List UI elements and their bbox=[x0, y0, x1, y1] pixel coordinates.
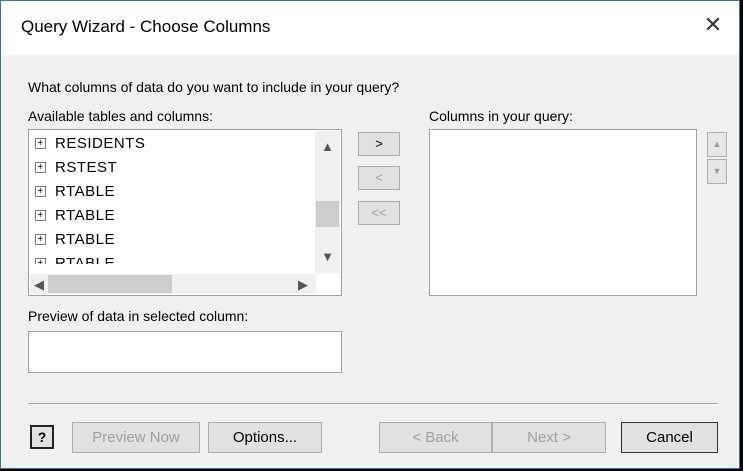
horizontal-scroll-thumb[interactable] bbox=[48, 275, 172, 293]
expand-icon[interactable]: + bbox=[35, 209, 46, 221]
preview-box bbox=[28, 331, 342, 373]
close-icon[interactable]: ✕ bbox=[701, 13, 725, 37]
table-name: RTABLE bbox=[55, 255, 115, 264]
back-button[interactable]: < Back bbox=[379, 422, 492, 453]
cancel-button[interactable]: Cancel bbox=[621, 422, 718, 453]
list-item[interactable]: + RTABLE bbox=[29, 204, 115, 228]
vertical-scrollbar[interactable]: ▲ ▼ bbox=[315, 131, 340, 273]
arrow-down-icon: ▼ bbox=[712, 166, 722, 176]
window-title: Query Wizard - Choose Columns bbox=[21, 17, 271, 36]
table-name: RTABLE bbox=[55, 207, 115, 224]
expand-icon[interactable]: + bbox=[35, 161, 46, 173]
available-label: Available tables and columns: bbox=[28, 108, 213, 124]
remove-all-columns-button[interactable]: << bbox=[358, 201, 400, 225]
prompt-text: What columns of data do you want to incl… bbox=[28, 79, 400, 95]
move-down-button[interactable]: ▼ bbox=[707, 159, 727, 184]
expand-icon[interactable]: + bbox=[35, 185, 46, 197]
list-item[interactable]: + RTABLE bbox=[29, 228, 115, 252]
preview-now-button[interactable]: Preview Now bbox=[72, 422, 200, 453]
query-wizard-dialog: Query Wizard - Choose Columns ✕ What col… bbox=[0, 0, 740, 469]
expand-icon[interactable]: + bbox=[35, 137, 46, 149]
scroll-up-icon[interactable]: ▲ bbox=[315, 139, 340, 154]
expand-icon[interactable]: + bbox=[35, 257, 46, 264]
options-button[interactable]: Options... bbox=[208, 422, 322, 453]
vertical-scroll-thumb[interactable] bbox=[316, 201, 339, 227]
list-item[interactable]: + RESIDENTS bbox=[29, 132, 145, 156]
help-icon: ? bbox=[37, 429, 47, 445]
next-button[interactable]: Next > bbox=[492, 422, 606, 453]
horizontal-scrollbar[interactable]: ◀ ▶ bbox=[30, 274, 316, 294]
list-item[interactable]: + RSTEST bbox=[29, 156, 117, 180]
remove-column-button[interactable]: < bbox=[358, 166, 400, 190]
list-item[interactable]: + RTABLE bbox=[29, 252, 115, 264]
query-columns-label: Columns in your query: bbox=[429, 108, 573, 124]
table-name: RESIDENTS bbox=[55, 135, 146, 152]
add-column-button[interactable]: > bbox=[358, 132, 400, 156]
list-item-clipped: + RTABLE bbox=[29, 252, 315, 264]
query-columns-list[interactable] bbox=[429, 129, 697, 296]
title-bar: Query Wizard - Choose Columns ✕ bbox=[1, 1, 739, 55]
move-up-button[interactable]: ▲ bbox=[707, 132, 727, 157]
footer-separator bbox=[28, 403, 718, 405]
scroll-left-icon[interactable]: ◀ bbox=[30, 277, 48, 293]
table-name: RTABLE bbox=[55, 183, 115, 200]
preview-label: Preview of data in selected column: bbox=[28, 308, 249, 324]
scroll-down-icon[interactable]: ▼ bbox=[315, 249, 340, 264]
scroll-right-icon[interactable]: ▶ bbox=[294, 277, 312, 293]
arrow-up-icon: ▲ bbox=[712, 139, 722, 149]
table-name: RSTEST bbox=[55, 159, 118, 176]
available-tables-list[interactable]: + RESIDENTS + RSTEST + RTABLE + RTABLE + RTAB… bbox=[28, 129, 342, 296]
expand-icon[interactable]: + bbox=[35, 233, 46, 245]
table-name: RTABLE bbox=[55, 231, 115, 248]
help-button[interactable]: ? bbox=[30, 425, 54, 449]
list-item[interactable]: + RTABLE bbox=[29, 180, 115, 204]
